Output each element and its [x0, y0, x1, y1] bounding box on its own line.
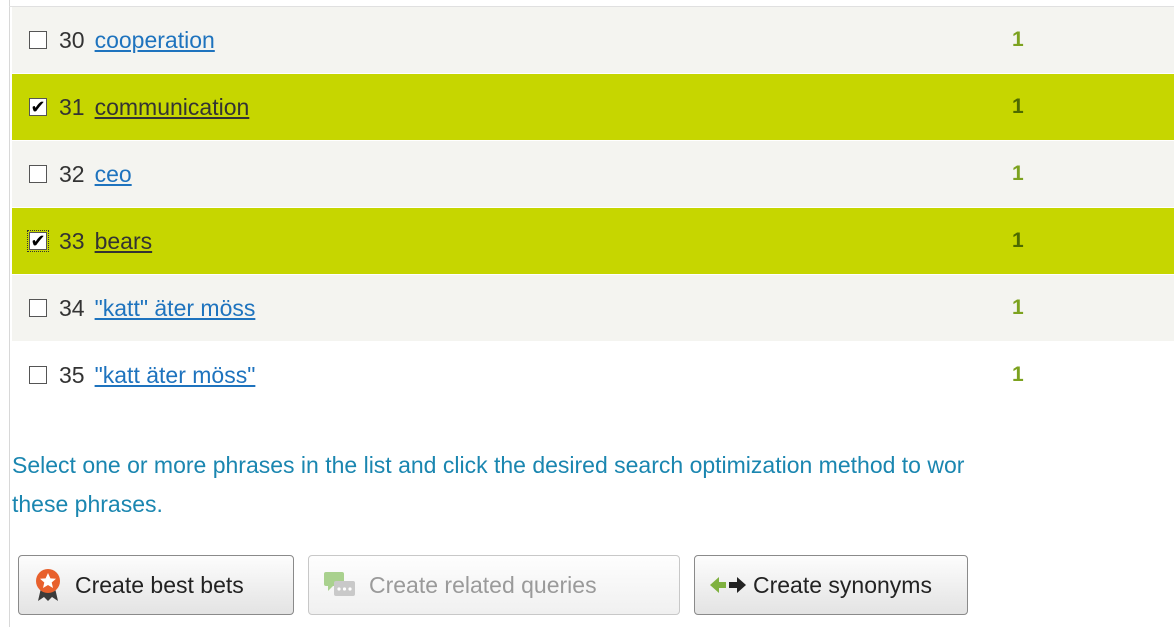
create-synonyms-label: Create synonyms: [753, 571, 932, 598]
row-count: 1: [1012, 162, 1024, 185]
phrase-link[interactable]: cooperation: [95, 27, 215, 54]
create-best-bets-button[interactable]: Create best bets: [18, 555, 294, 615]
table-row[interactable]: 30 cooperation 1: [12, 7, 1174, 74]
help-text: Select one or more phrases in the list a…: [12, 446, 1172, 524]
table-row[interactable]: 35 "katt äter möss" 1: [12, 342, 1174, 409]
help-line-2: these phrases.: [12, 491, 163, 517]
create-related-queries-button[interactable]: Create related queries: [308, 555, 680, 615]
row-checkbox[interactable]: [29, 366, 47, 384]
row-number: 35: [59, 361, 85, 388]
phrase-list: 30 cooperation 1 ✔ 31 communication 1 32…: [12, 7, 1174, 409]
row-checkbox[interactable]: ✔: [27, 230, 49, 252]
phrase-link[interactable]: "katt äter möss": [95, 362, 256, 389]
row-count: 1: [1012, 363, 1024, 386]
action-buttons: Create best bets Create related queries …: [18, 555, 968, 615]
two-way-arrows-icon: [709, 574, 747, 596]
table-row[interactable]: 32 ceo 1: [12, 141, 1174, 208]
row-count: 1: [1012, 28, 1024, 51]
row-number: 33: [59, 227, 85, 254]
chat-bubbles-icon: [323, 570, 357, 600]
create-synonyms-button[interactable]: Create synonyms: [694, 555, 968, 615]
help-line-1: Select one or more phrases in the list a…: [12, 452, 965, 478]
left-border: [0, 0, 10, 627]
table-row[interactable]: 34 "katt" äter möss 1: [12, 275, 1174, 342]
create-best-bets-label: Create best bets: [75, 571, 244, 598]
table-row[interactable]: ✔ 33 bears 1: [12, 208, 1174, 275]
row-count: 1: [1012, 95, 1024, 118]
phrase-link[interactable]: "katt" äter möss: [95, 295, 256, 322]
phrase-link[interactable]: ceo: [95, 161, 132, 188]
row-count: 1: [1012, 296, 1024, 319]
row-number: 31: [59, 93, 85, 120]
row-number: 32: [59, 160, 85, 187]
row-checkbox[interactable]: [29, 165, 47, 183]
phrase-link[interactable]: communication: [95, 94, 250, 121]
row-number: 30: [59, 26, 85, 53]
row-number: 34: [59, 294, 85, 321]
create-related-queries-label: Create related queries: [369, 571, 597, 598]
table-row[interactable]: ✔ 31 communication 1: [12, 74, 1174, 141]
row-checkbox[interactable]: [29, 31, 47, 49]
award-badge-icon: [33, 568, 63, 602]
phrase-link[interactable]: bears: [95, 228, 153, 255]
row-count: 1: [1012, 229, 1024, 252]
row-checkbox[interactable]: [29, 299, 47, 317]
row-checkbox[interactable]: ✔: [29, 98, 47, 116]
